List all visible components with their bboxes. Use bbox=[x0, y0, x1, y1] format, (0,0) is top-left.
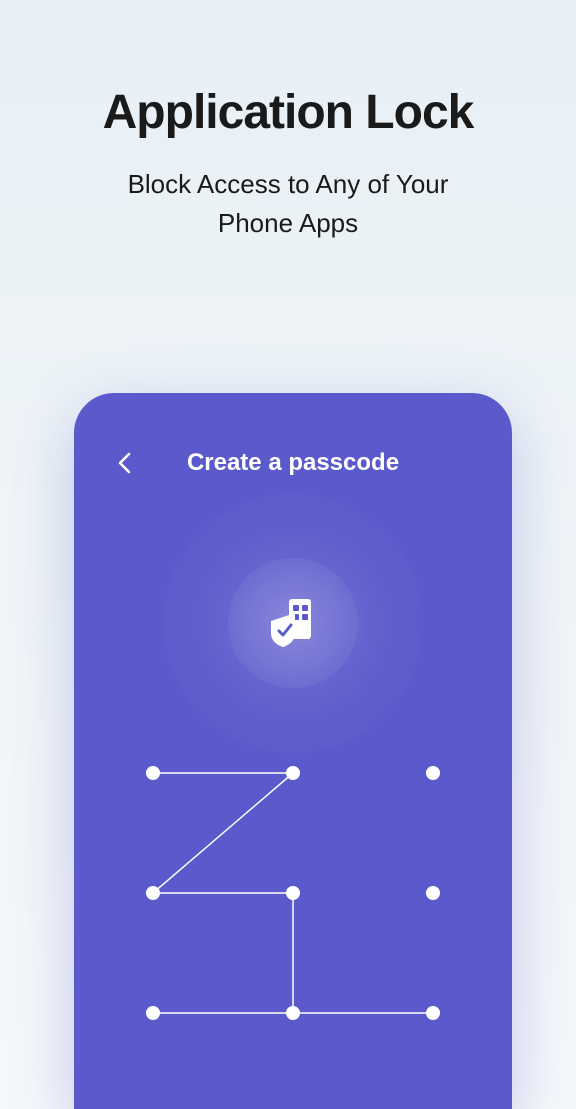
chevron-left-icon bbox=[117, 452, 131, 474]
center-icon-circle bbox=[228, 558, 358, 688]
pattern-dot-2[interactable] bbox=[286, 766, 300, 780]
device-header: Create a passcode bbox=[104, 443, 482, 483]
subtitle-line1: Block Access to Any of Your bbox=[128, 169, 449, 199]
pattern-dot-4[interactable] bbox=[146, 886, 160, 900]
pattern-grid[interactable] bbox=[143, 763, 443, 1063]
pattern-dot-6[interactable] bbox=[426, 886, 440, 900]
page-subtitle: Block Access to Any of Your Phone Apps bbox=[0, 165, 576, 243]
page-title: Application Lock bbox=[0, 85, 576, 140]
subtitle-line2: Phone Apps bbox=[218, 208, 358, 238]
pattern-dot-1[interactable] bbox=[146, 766, 160, 780]
pattern-dot-7[interactable] bbox=[146, 1006, 160, 1020]
shield-apps-icon bbox=[263, 593, 323, 653]
pattern-dot-9[interactable] bbox=[426, 1006, 440, 1020]
device-frame: Create a passcode bbox=[74, 393, 512, 1109]
screen-title: Create a passcode bbox=[104, 449, 482, 477]
back-button[interactable] bbox=[104, 443, 144, 483]
pattern-dot-3[interactable] bbox=[426, 766, 440, 780]
pattern-dot-8[interactable] bbox=[286, 1006, 300, 1020]
pattern-dot-5[interactable] bbox=[286, 886, 300, 900]
center-icon-wrap bbox=[104, 558, 482, 688]
